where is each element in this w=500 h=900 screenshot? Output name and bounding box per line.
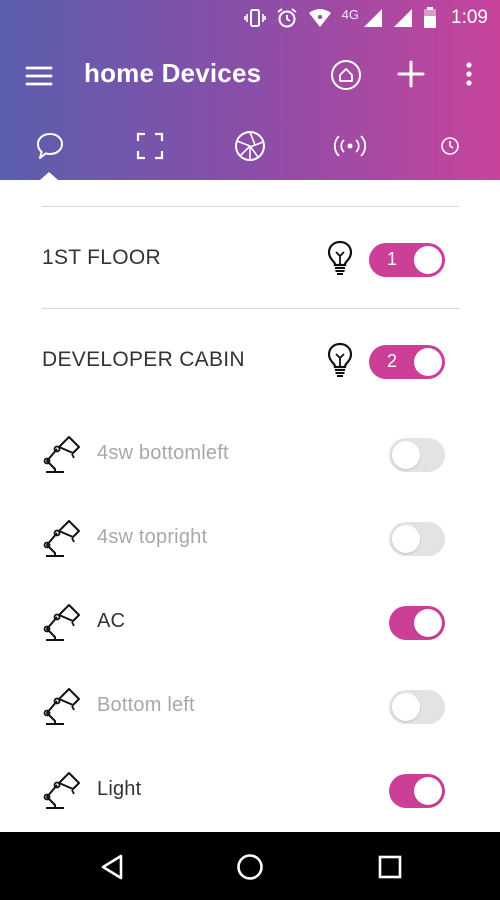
app-header: 4G 1:09 home Devices	[0, 0, 500, 180]
device-label: 4sw bottomleft	[97, 442, 229, 464]
device-row[interactable]: AC	[0, 594, 500, 654]
bulb-icon[interactable]	[326, 240, 354, 276]
divider	[42, 206, 459, 207]
add-icon[interactable]	[396, 59, 426, 89]
signal-icon	[393, 8, 413, 28]
group-row[interactable]: DEVELOPER CABIN 2	[0, 330, 500, 390]
status-bar: 4G 1:09	[0, 0, 500, 36]
tab-broadcast-icon[interactable]	[330, 126, 370, 166]
tab-fullscreen-icon[interactable]	[130, 126, 170, 166]
home-icon[interactable]	[330, 59, 362, 91]
device-label: 4sw topright	[97, 526, 208, 548]
desk-lamp-icon	[42, 768, 82, 812]
vibrate-icon	[243, 8, 266, 28]
tab-selected-indicator	[40, 172, 58, 180]
more-vert-icon[interactable]	[460, 60, 478, 90]
tab-aperture-icon[interactable]	[230, 126, 270, 166]
switch-knob	[392, 525, 420, 553]
device-list: 1ST FLOOR 1 DEVELOPER CABIN 2 4sw bottom…	[0, 180, 500, 832]
device-switch[interactable]	[389, 774, 445, 808]
device-switch[interactable]	[389, 438, 445, 472]
device-switch[interactable]	[389, 606, 445, 640]
status-time: 1:09	[451, 7, 488, 28]
tab-bar	[0, 126, 500, 166]
alarm-icon	[276, 7, 298, 29]
network-type: 4G	[341, 6, 360, 22]
group-toggle[interactable]: 2	[369, 345, 445, 379]
group-label: 1ST FLOOR	[42, 246, 162, 269]
switch-knob	[392, 693, 420, 721]
system-nav-bar	[0, 832, 500, 900]
desk-lamp-icon	[42, 684, 82, 728]
signal-icon	[363, 8, 383, 28]
device-switch[interactable]	[389, 522, 445, 556]
battery-icon	[423, 7, 437, 29]
group-label: DEVELOPER CABIN	[42, 348, 245, 371]
page-title: home Devices	[84, 58, 262, 88]
tab-clock-icon[interactable]	[430, 126, 470, 166]
device-row[interactable]: 4sw topright	[0, 510, 500, 570]
toolbar: home Devices	[0, 48, 500, 104]
group-row[interactable]: 1ST FLOOR 1	[0, 228, 500, 288]
toggle-knob	[414, 246, 442, 274]
group-count: 1	[387, 249, 398, 269]
recents-icon[interactable]	[375, 852, 405, 882]
tab-chat-bubble-icon[interactable]	[30, 126, 70, 166]
back-icon[interactable]	[97, 852, 127, 882]
divider	[42, 308, 459, 309]
device-label: AC	[97, 610, 126, 632]
device-row[interactable]: Light	[0, 762, 500, 822]
toggle-knob	[414, 348, 442, 376]
switch-knob	[392, 441, 420, 469]
device-label: Bottom left	[97, 694, 195, 716]
home-circle-icon[interactable]	[235, 852, 265, 882]
group-toggle[interactable]: 1	[369, 243, 445, 277]
desk-lamp-icon	[42, 432, 82, 476]
device-row[interactable]: 4sw bottomleft	[0, 426, 500, 486]
device-switch[interactable]	[389, 690, 445, 724]
desk-lamp-icon	[42, 600, 82, 644]
group-count: 2	[387, 351, 398, 371]
device-label: Light	[97, 778, 142, 800]
switch-knob	[414, 777, 442, 805]
menu-icon[interactable]	[24, 62, 54, 90]
desk-lamp-icon	[42, 516, 82, 560]
device-row[interactable]: Bottom left	[0, 678, 500, 738]
bulb-icon[interactable]	[326, 342, 354, 378]
switch-knob	[414, 609, 442, 637]
wifi-icon	[308, 8, 332, 28]
